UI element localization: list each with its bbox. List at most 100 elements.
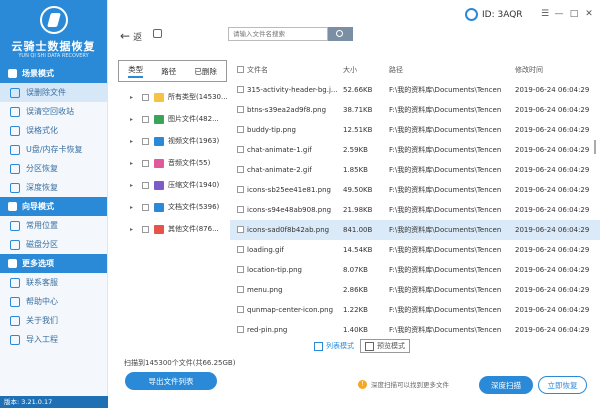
type-checkbox[interactable] — [142, 181, 149, 189]
type-row[interactable]: ▸ 文档文件(5396) — [108, 197, 229, 217]
sidebar-item[interactable]: 误格式化 — [0, 121, 107, 140]
maximize-icon[interactable]: □ — [569, 9, 579, 19]
expand-icon[interactable]: ▸ — [130, 182, 138, 189]
type-checkbox[interactable] — [142, 137, 149, 145]
type-row[interactable]: ▸ 视频文件(1963) — [108, 131, 229, 151]
row-checkbox[interactable] — [237, 146, 244, 153]
row-checkbox[interactable] — [237, 326, 244, 333]
expand-icon[interactable]: ▸ — [130, 94, 138, 101]
type-label: 视频文件(1963) — [168, 137, 220, 145]
cell-size: 841.00B — [343, 226, 373, 234]
cell-path: F:\我的资料库\Documents\Tencen... — [389, 326, 501, 334]
tab-path[interactable]: 路径 — [161, 66, 176, 77]
header-time[interactable]: 修改时间 — [515, 65, 597, 75]
expand-icon[interactable]: ▸ — [130, 116, 138, 123]
expand-icon[interactable]: ▸ — [130, 226, 138, 233]
list-mode-button[interactable]: 列表模式 — [314, 339, 354, 353]
type-checkbox[interactable] — [142, 159, 149, 167]
header-path[interactable]: 路径 — [389, 65, 501, 75]
sidebar-item[interactable]: 帮助中心 — [0, 292, 107, 311]
sidebar-item[interactable]: U盘/内存卡恢复 — [0, 140, 107, 159]
header-size[interactable]: 大小 — [343, 65, 387, 75]
sidebar-item[interactable]: 磁盘分区 — [0, 235, 107, 254]
deep-scan-notice: ! 深度扫描可以找到更多文件 — [358, 379, 449, 389]
type-checkbox[interactable] — [142, 115, 149, 123]
cell-size: 8.07KB — [343, 266, 368, 274]
table-row[interactable]: qunmap-center-icon.png 1.22KB F:\我的资料库\Doc… — [230, 300, 600, 320]
tab-type[interactable]: 类型 — [128, 64, 144, 78]
recover-button[interactable]: 立即恢复 — [538, 376, 587, 394]
cell-size: 12.51KB — [343, 126, 373, 134]
table-row[interactable]: 315-activity-header-bg.j... 52.66KB F:\我的资… — [230, 80, 600, 100]
table-row[interactable]: buddy-tip.png 12.51KB F:\我的资料库\Documents\T… — [230, 120, 600, 140]
cell-name: buddy-tip.png — [247, 126, 296, 134]
minimize-icon[interactable]: — — [554, 9, 564, 19]
sidebar-item[interactable]: 常用位置 — [0, 216, 107, 235]
table-row[interactable]: icons-sb25ee41e81.png 49.50KB F:\我的资料库\Doc… — [230, 180, 600, 200]
table-row[interactable]: fonicon.ico3.28KBF:\我的资料库\Documents\Tenc… — [230, 340, 600, 341]
expand-icon[interactable]: ▸ — [130, 138, 138, 145]
table-row[interactable]: red-pin.png 1.40KB F:\我的资料库\Documents\Tenc… — [230, 320, 600, 340]
type-row[interactable]: ▸ 图片文件(482... — [108, 109, 229, 129]
file-table: 文件名 大小 路径 修改时间 315-activity-header-bg.j.… — [230, 58, 600, 341]
sidebar-section-title: 更多选项 — [22, 259, 54, 268]
type-tabs: 类型 路径 已删除 — [118, 60, 227, 82]
back-button[interactable]: ← 返 — [120, 29, 142, 43]
home-icon[interactable] — [153, 29, 162, 38]
sidebar-item[interactable]: 关于我们 — [0, 311, 107, 330]
sidebar-item[interactable]: 误清空回收站 — [0, 102, 107, 121]
preview-mode-button[interactable]: 预览模式 — [360, 339, 410, 353]
search-button[interactable] — [328, 27, 353, 41]
row-checkbox[interactable] — [237, 126, 244, 133]
deep-scan-button[interactable]: 深度扫描 — [479, 376, 533, 394]
row-checkbox[interactable] — [237, 206, 244, 213]
sidebar-item[interactable]: 分区恢复 — [0, 159, 107, 178]
table-row[interactable]: chat-animate-1.gif 2.59KB F:\我的资料库\Documen… — [230, 140, 600, 160]
table-row[interactable]: btns-s39ea2ad9f8.png 38.71KB F:\我的资料库\Docu… — [230, 100, 600, 120]
table-row[interactable]: menu.png 2.86KB F:\我的资料库\Documents\Tencen.… — [230, 280, 600, 300]
search-input[interactable] — [228, 27, 328, 41]
sidebar-item[interactable]: 导入工程 — [0, 330, 107, 349]
header-name[interactable]: 文件名 — [247, 65, 341, 75]
row-checkbox[interactable] — [237, 166, 244, 173]
export-list-button[interactable]: 导出文件列表 — [125, 372, 217, 390]
close-icon[interactable]: ✕ — [584, 9, 594, 19]
type-row[interactable]: ▸ 其他文件(876... — [108, 219, 229, 239]
row-checkbox[interactable] — [237, 266, 244, 273]
folder-icon — [154, 92, 164, 102]
table-row[interactable]: chat-animate-2.gif 1.85KB F:\我的资料库\Documen… — [230, 160, 600, 180]
table-row[interactable]: icons-sad0f8b42ab.png 841.00B F:\我的资料库\Doc… — [230, 220, 600, 240]
cell-time: 2019-06-24 06:04:29 — [515, 266, 590, 274]
sidebar-item[interactable]: 联系客服 — [0, 273, 107, 292]
table-row[interactable]: loading.gif 14.54KB F:\我的资料库\Documents\Ten… — [230, 240, 600, 260]
cell-path: F:\我的资料库\Documents\Tencen... — [389, 286, 501, 294]
nav-item-icon — [10, 182, 20, 193]
type-row[interactable]: ▸ 所有类型(14530... — [108, 87, 229, 107]
row-checkbox[interactable] — [237, 226, 244, 233]
select-all-checkbox[interactable] — [237, 66, 244, 73]
row-checkbox[interactable] — [237, 106, 244, 113]
table-row[interactable]: icons-s94e48ab908.png 21.98KB F:\我的资料库\Doc… — [230, 200, 600, 220]
type-checkbox[interactable] — [142, 93, 149, 101]
row-checkbox[interactable] — [237, 246, 244, 253]
row-checkbox[interactable] — [237, 306, 244, 313]
row-checkbox[interactable] — [237, 86, 244, 93]
type-row[interactable]: ▸ 压缩文件(1940) — [108, 175, 229, 195]
row-checkbox[interactable] — [237, 186, 244, 193]
type-checkbox[interactable] — [142, 203, 149, 211]
sidebar-item[interactable]: 深度恢复 — [0, 178, 107, 197]
table-row[interactable]: location-tip.png 8.07KB F:\我的资料库\Documents… — [230, 260, 600, 280]
expand-icon[interactable]: ▸ — [130, 160, 138, 167]
tab-deleted[interactable]: 已删除 — [194, 66, 217, 77]
sidebar-item[interactable]: 误删除文件 — [0, 83, 107, 102]
sidebar-item-label: 分区恢复 — [26, 164, 58, 173]
type-checkbox[interactable] — [142, 225, 149, 233]
row-checkbox[interactable] — [237, 286, 244, 293]
type-row[interactable]: ▸ 音频文件(55) — [108, 153, 229, 173]
cell-path: F:\我的资料库\Documents\Tencen... — [389, 206, 501, 214]
scrollbar[interactable] — [594, 140, 596, 154]
nav-item-icon — [10, 220, 20, 231]
expand-icon[interactable]: ▸ — [130, 204, 138, 211]
cell-size: 14.54KB — [343, 246, 373, 254]
menu-icon[interactable]: ☰ — [540, 9, 550, 19]
